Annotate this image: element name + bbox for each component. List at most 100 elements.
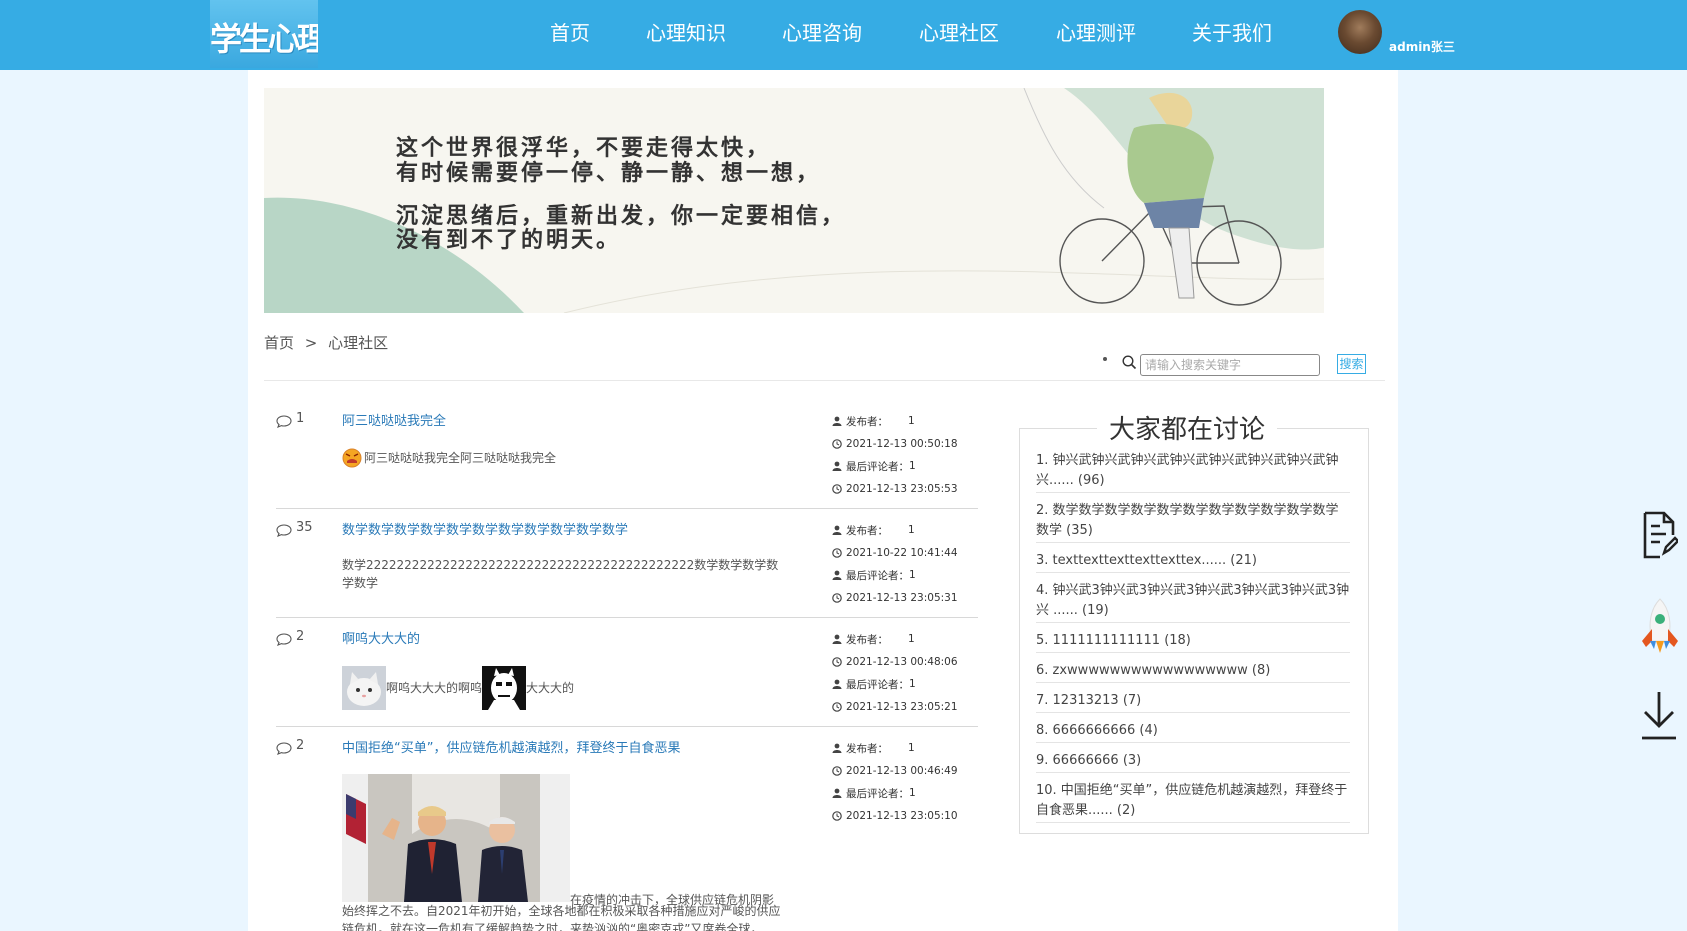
- news-photo: [342, 774, 570, 902]
- user-icon: [832, 634, 842, 645]
- meta-label: 发布者：: [846, 633, 888, 646]
- comment-count: 1: [296, 411, 305, 426]
- hot-topic-item[interactable]: 5. 1111111111111 (18): [1036, 631, 1350, 651]
- hot-topic-item[interactable]: 4. 钟兴武3钟兴武3钟兴武3钟兴武3钟兴武3钟兴武3钟兴 ...... (19…: [1036, 581, 1350, 621]
- nav-psych-test[interactable]: 心理测评: [1056, 17, 1136, 46]
- post-item: 1 阿三哒哒哒我完全 阿三哒哒哒我完全阿三哒哒哒我完全 发布者： 1 2021-1…: [276, 410, 978, 509]
- post-title[interactable]: 阿三哒哒哒我完全: [342, 410, 446, 429]
- avatar[interactable]: [1338, 10, 1382, 54]
- clock-icon: [832, 547, 842, 558]
- post-title[interactable]: 啊呜大大大的: [342, 628, 420, 647]
- hot-divider: [1036, 652, 1350, 653]
- hot-topic-item[interactable]: 9. 66666666 (3): [1036, 751, 1350, 771]
- meta-label: 发布者：: [846, 415, 888, 428]
- post-divider: [276, 726, 978, 727]
- top-navbar: 学生心理健康 首页 心理知识 心理咨询 心理社区 心理测评 关于我们 admin…: [0, 0, 1687, 70]
- hot-divider: [1036, 772, 1350, 773]
- clock-icon: [832, 810, 842, 821]
- hot-divider: [1036, 492, 1350, 493]
- publisher-value: 1: [908, 742, 915, 755]
- comment-count: 2: [296, 629, 305, 644]
- site-logo[interactable]: 学生心理健康: [210, 0, 318, 68]
- user-icon: [832, 461, 842, 472]
- last-comment-time: 2021-12-13 23:05:53: [846, 482, 958, 495]
- post-title[interactable]: 中国拒绝“买单”，供应链危机越演越烈，拜登终于自食恶果: [342, 737, 680, 756]
- breadcrumb-home[interactable]: 首页: [264, 334, 294, 352]
- nav-home[interactable]: 首页: [550, 17, 590, 46]
- edit-document-icon[interactable]: [1642, 511, 1678, 559]
- clock-icon: [832, 483, 842, 494]
- meta-label: 发布者：: [846, 742, 888, 755]
- rocket-icon[interactable]: [1636, 597, 1684, 657]
- banner-text-line: 没有到不了的明天。: [396, 227, 622, 253]
- post-summary-text: 大大大的: [526, 681, 575, 695]
- publisher-value: 1: [908, 415, 915, 428]
- post-item: 2 啊呜大大大的 啊呜大大大的啊呜 大大大的 发布者： 1 2021-12-13 …: [276, 628, 978, 727]
- hot-topic-item[interactable]: 3. texttexttexttexttexttex...... (21): [1036, 551, 1350, 571]
- hot-topic-item[interactable]: 6. zxwwwwwwwwwwwwwwwww (8): [1036, 661, 1350, 681]
- hot-divider: [1036, 742, 1350, 743]
- post-meta: 发布者： 1 2021-12-13 00:48:06 最后评论者： 1 2021-1…: [832, 628, 982, 718]
- publish-time: 2021-12-13 00:50:18: [846, 437, 958, 450]
- nav-psych-knowledge[interactable]: 心理知识: [646, 17, 726, 46]
- comment-count: 2: [296, 738, 305, 753]
- last-commenter-value: 1: [909, 460, 916, 473]
- hot-divider: [1036, 682, 1350, 683]
- hot-divider: [1036, 822, 1350, 823]
- clock-icon: [832, 765, 842, 776]
- hot-topic-item[interactable]: 1. 钟兴武钟兴武钟兴武钟兴武钟兴武钟兴武钟兴武钟兴...... (96): [1036, 451, 1350, 491]
- publisher-value: 1: [908, 633, 915, 646]
- download-icon[interactable]: [1640, 690, 1678, 742]
- hot-topic-item[interactable]: 7. 12313213 (7): [1036, 691, 1350, 711]
- clock-icon: [832, 592, 842, 603]
- hot-divider: [1036, 712, 1350, 713]
- search-icon[interactable]: [1122, 355, 1137, 370]
- last-comment-time: 2021-12-13 23:05:21: [846, 700, 958, 713]
- breadcrumb-current: 心理社区: [328, 334, 389, 352]
- last-comment-time: 2021-12-13 23:05:31: [846, 591, 958, 604]
- search-button[interactable]: 搜索: [1337, 354, 1366, 374]
- banner-text-line: 有时候需要停一停、静一静、想一想，: [396, 160, 822, 186]
- post-item: 35 数学数学数学数学数学数学数学数学数学数学数学 数学222222222222…: [276, 519, 978, 618]
- publish-time: 2021-10-22 10:41:44: [846, 546, 958, 559]
- last-commenter-value: 1: [909, 678, 916, 691]
- breadcrumb-separator: >: [304, 334, 318, 352]
- last-commenter-value: 1: [909, 569, 916, 582]
- publish-time: 2021-12-13 00:48:06: [846, 655, 958, 668]
- post-meta: 发布者： 1 2021-12-13 00:46:49 最后评论者： 1 2021-1…: [832, 737, 978, 827]
- post-summary-text: 阿三哒哒哒我完全阿三哒哒哒我完全: [364, 451, 557, 465]
- post-summary-text: 啊呜大大大的啊呜: [386, 681, 483, 695]
- meta-label: 最后评论者：: [846, 460, 909, 473]
- meta-label: 最后评论者：: [846, 569, 909, 582]
- hot-topic-item[interactable]: 2. 数学数学数学数学数学数学数学数学数学数学数学数学 (35): [1036, 501, 1350, 541]
- post-summary: 数学22222222222222222222222222222222222222…: [342, 558, 779, 590]
- hot-topic-item[interactable]: 8. 6666666666 (4): [1036, 721, 1350, 741]
- post-summary: 啊呜大大大的啊呜 大大大的: [342, 666, 574, 710]
- angry-emoji-icon: [342, 448, 362, 468]
- clock-icon: [832, 656, 842, 667]
- clock-icon: [832, 701, 842, 712]
- nav-psych-consult[interactable]: 心理咨询: [782, 17, 862, 46]
- comment-icon: [276, 524, 292, 537]
- meta-label: 最后评论者：: [846, 787, 909, 800]
- user-icon: [832, 416, 842, 427]
- meta-label: 发布者：: [846, 524, 888, 537]
- search-input[interactable]: [1140, 354, 1320, 376]
- post-title[interactable]: 数学数学数学数学数学数学数学数学数学数学数学: [342, 519, 628, 538]
- nav-psych-community[interactable]: 心理社区: [919, 17, 999, 46]
- nav-about-us[interactable]: 关于我们: [1192, 17, 1272, 46]
- breadcrumb: 首页 > 心理社区: [264, 332, 388, 353]
- hot-divider: [1036, 572, 1350, 573]
- meme-image: [482, 666, 527, 710]
- username[interactable]: admin张三: [1389, 38, 1455, 55]
- hot-divider: [1036, 542, 1350, 543]
- hot-topics-title: 大家都在讨论: [1097, 409, 1278, 446]
- banner-image: 这个世界很浮华，不要走得太快， 有时候需要停一停、静一静、想一想， 沉淀思绪后，…: [264, 88, 1345, 313]
- comment-count: 35: [296, 520, 313, 535]
- hot-topic-item[interactable]: 10. 中国拒绝“买单”，供应链危机越演越烈，拜登终于自食恶果...... (2…: [1036, 781, 1350, 821]
- clock-icon: [832, 438, 842, 449]
- user-icon: [832, 788, 842, 799]
- publisher-value: 1: [908, 524, 915, 537]
- user-icon: [832, 743, 842, 754]
- list-bullet: [1103, 357, 1107, 361]
